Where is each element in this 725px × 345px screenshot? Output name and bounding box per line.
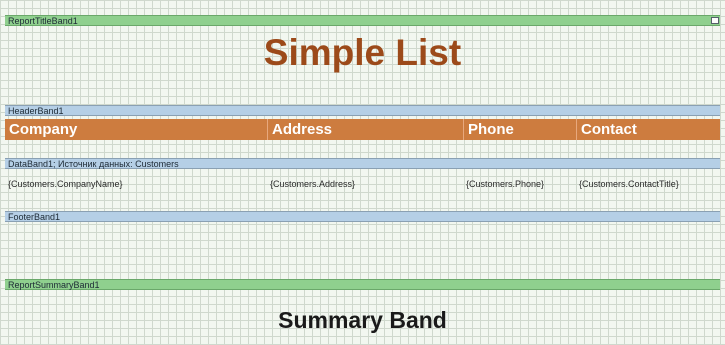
data-row: {Customers.CompanyName} {Customers.Addre… <box>5 175 720 193</box>
footer-band-label: FooterBand1 <box>8 212 61 222</box>
data-band-header[interactable]: DataBand1; Источник данных: Customers <box>5 158 720 169</box>
data-band-label: DataBand1; Источник данных: Customers <box>8 159 179 169</box>
column-header-company[interactable]: Company <box>5 119 267 140</box>
header-band-label: HeaderBand1 <box>8 106 64 116</box>
column-header-address[interactable]: Address <box>267 119 463 140</box>
report-title-band-label: ReportTitleBand1 <box>8 16 78 26</box>
data-cell-address[interactable]: {Customers.Address} <box>267 175 463 193</box>
report-title-band-header[interactable]: ReportTitleBand1 <box>5 15 720 26</box>
summary-band-text[interactable]: Summary Band <box>0 306 725 334</box>
data-cell-phone[interactable]: {Customers.Phone} <box>463 175 576 193</box>
data-cell-contact[interactable]: {Customers.ContactTitle} <box>576 175 720 193</box>
data-cell-company[interactable]: {Customers.CompanyName} <box>5 175 267 193</box>
header-row: Company Address Phone Contact <box>5 119 720 140</box>
footer-band-header[interactable]: FooterBand1 <box>5 211 720 222</box>
report-title-text[interactable]: Simple List <box>0 31 725 75</box>
header-band-header[interactable]: HeaderBand1 <box>5 105 720 116</box>
summary-band-label: ReportSummaryBand1 <box>8 280 100 290</box>
column-header-contact[interactable]: Contact <box>576 119 720 140</box>
band-settings-icon[interactable] <box>711 17 719 24</box>
summary-band-header[interactable]: ReportSummaryBand1 <box>5 279 720 290</box>
column-header-phone[interactable]: Phone <box>463 119 576 140</box>
